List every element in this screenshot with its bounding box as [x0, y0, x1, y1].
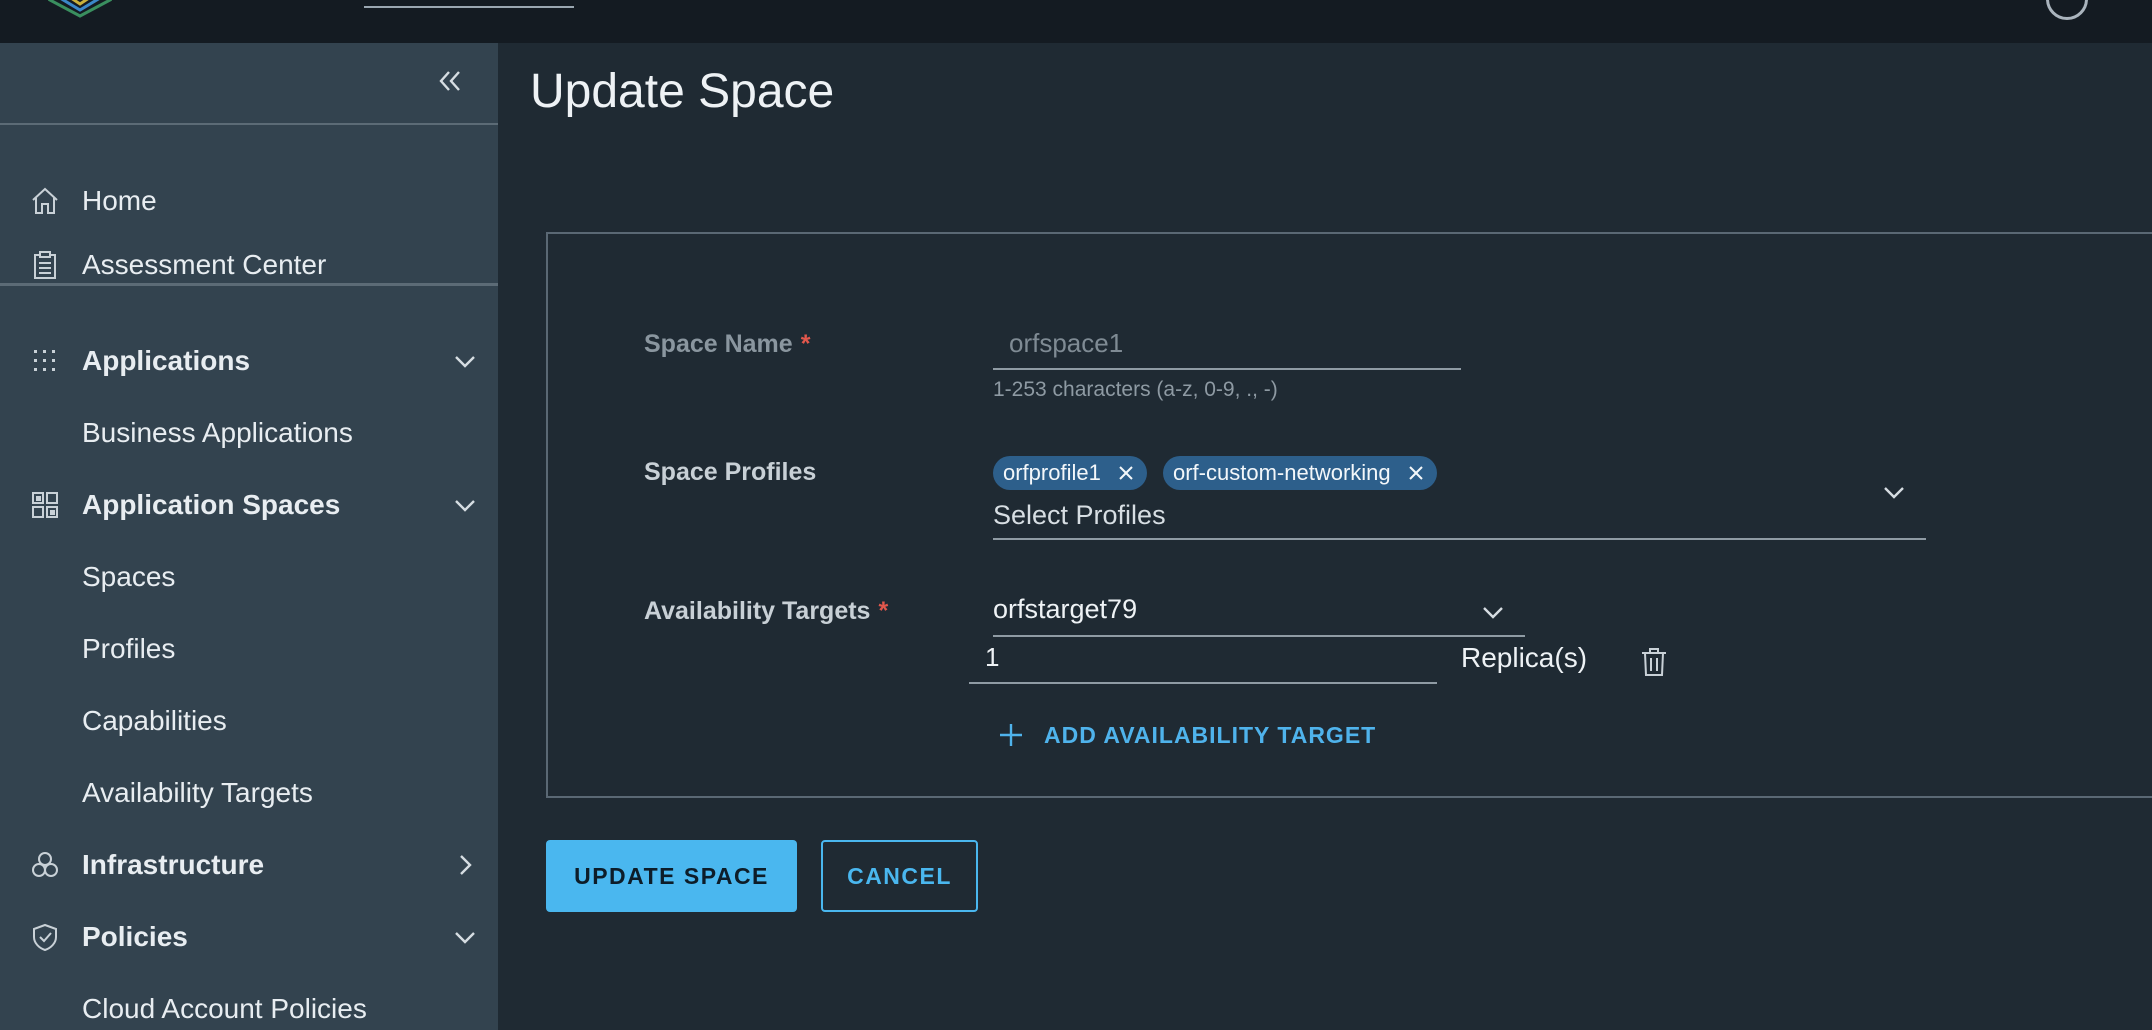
trash-icon[interactable]	[1638, 646, 1670, 678]
sidebar-nav: Home Assessment Center Applications Busi…	[0, 43, 498, 1030]
sidebar-item-label: Cloud Account Policies	[82, 993, 367, 1024]
sidebar-item-label: Availability Targets	[82, 777, 313, 808]
required-mark: *	[878, 597, 889, 625]
sidebar-item-label: Applications	[82, 345, 251, 376]
sidebar-divider	[0, 123, 498, 125]
sidebar-item-label: Business Applications	[82, 417, 353, 448]
cancel-button[interactable]: CANCEL	[821, 840, 978, 912]
chevron-right-icon[interactable]	[450, 850, 480, 880]
sidebar-item-capabilities[interactable]: Capabilities	[0, 693, 498, 749]
active-tab-indicator[interactable]	[364, 6, 574, 8]
availability-target-select[interactable]: orfstarget79	[993, 592, 1525, 637]
sidebar-item-label: Infrastructure	[82, 849, 265, 880]
chevron-down-icon[interactable]	[450, 346, 480, 376]
update-space-button[interactable]: UPDATE SPACE	[546, 840, 797, 912]
chip-label: orf-custom-networking	[1173, 460, 1391, 485]
replicas-input[interactable]: 1	[969, 642, 1437, 684]
space-profiles-label: Space Profiles	[644, 458, 816, 487]
home-icon	[30, 186, 60, 216]
required-mark: *	[800, 330, 811, 358]
chevron-down-icon[interactable]	[1479, 598, 1507, 626]
sidebar-item-label: Capabilities	[82, 705, 227, 736]
space-name-label: Space Name *	[644, 330, 810, 359]
chevron-down-icon[interactable]	[1880, 478, 1908, 506]
sidebar-item-application-spaces[interactable]: Application Spaces	[0, 477, 498, 533]
sidebar-item-availability-targets[interactable]: Availability Targets	[0, 765, 498, 821]
help-circle-icon[interactable]	[2046, 0, 2088, 20]
sidebar-item-label: Policies	[82, 921, 188, 952]
sidebar-item-home[interactable]: Home	[0, 173, 498, 229]
sidebar-item-label: Spaces	[82, 561, 176, 592]
sidebar-item-label: Application Spaces	[82, 489, 341, 520]
space-name-value: orfspace1	[1009, 328, 1124, 358]
shield-check-icon	[30, 922, 60, 952]
chevron-down-icon[interactable]	[450, 922, 480, 952]
grid-dots-icon	[30, 346, 60, 376]
clipboard-icon	[30, 250, 60, 280]
replicas-value: 1	[985, 642, 1000, 672]
sidebar-item-infrastructure[interactable]: Infrastructure	[0, 837, 498, 893]
sidebar-item-policies[interactable]: Policies	[0, 909, 498, 965]
close-icon[interactable]	[1117, 464, 1135, 482]
sidebar-item-applications[interactable]: Applications	[0, 333, 498, 389]
space-name-helper: 1-253 characters (a-z, 0-9, ., -)	[993, 378, 1278, 401]
sidebar-item-label: Assessment Center	[82, 249, 327, 280]
space-profiles-label-text: Space Profiles	[644, 458, 817, 486]
profiles-select[interactable]: Select Profiles	[993, 487, 1926, 540]
sidebar-divider	[0, 283, 498, 286]
sidebar-item-profiles[interactable]: Profiles	[0, 621, 498, 677]
double-chevron-left-icon[interactable]	[432, 63, 468, 99]
sidebar-item-label: Home	[82, 185, 157, 216]
replicas-label: Replica(s)	[1461, 642, 1588, 673]
chevron-down-icon[interactable]	[450, 490, 480, 520]
sidebar-item-cloud-account-policies[interactable]: Cloud Account Policies	[0, 981, 498, 1030]
profiles-placeholder: Select Profiles	[993, 500, 1166, 530]
profile-chip: orf-custom-networking	[1163, 456, 1437, 490]
sidebar-item-label: Profiles	[82, 633, 176, 664]
add-target-label: ADD AVAILABILITY TARGET	[1044, 721, 1377, 748]
profile-chip: orfprofile1	[993, 456, 1147, 490]
plus-icon	[996, 720, 1026, 750]
hexagons-icon	[30, 850, 60, 880]
close-icon[interactable]	[1407, 464, 1425, 482]
space-name-label-text: Space Name	[644, 330, 793, 358]
space-name-input[interactable]: orfspace1	[993, 328, 1461, 370]
hexagon-logo-icon[interactable]	[44, 0, 116, 18]
sidebar-item-business-applications[interactable]: Business Applications	[0, 405, 498, 461]
availability-targets-label-text: Availability Targets	[644, 597, 871, 625]
top-header-bar	[0, 0, 2152, 43]
selected-target: orfstarget79	[993, 594, 1138, 624]
grid-squares-icon	[30, 490, 60, 520]
sidebar-item-spaces[interactable]: Spaces	[0, 549, 498, 605]
add-availability-target-button[interactable]: ADD AVAILABILITY TARGET	[996, 718, 1376, 752]
availability-targets-label: Availability Targets *	[644, 597, 888, 626]
chip-label: orfprofile1	[1003, 460, 1101, 485]
page-title: Update Space	[530, 65, 835, 118]
